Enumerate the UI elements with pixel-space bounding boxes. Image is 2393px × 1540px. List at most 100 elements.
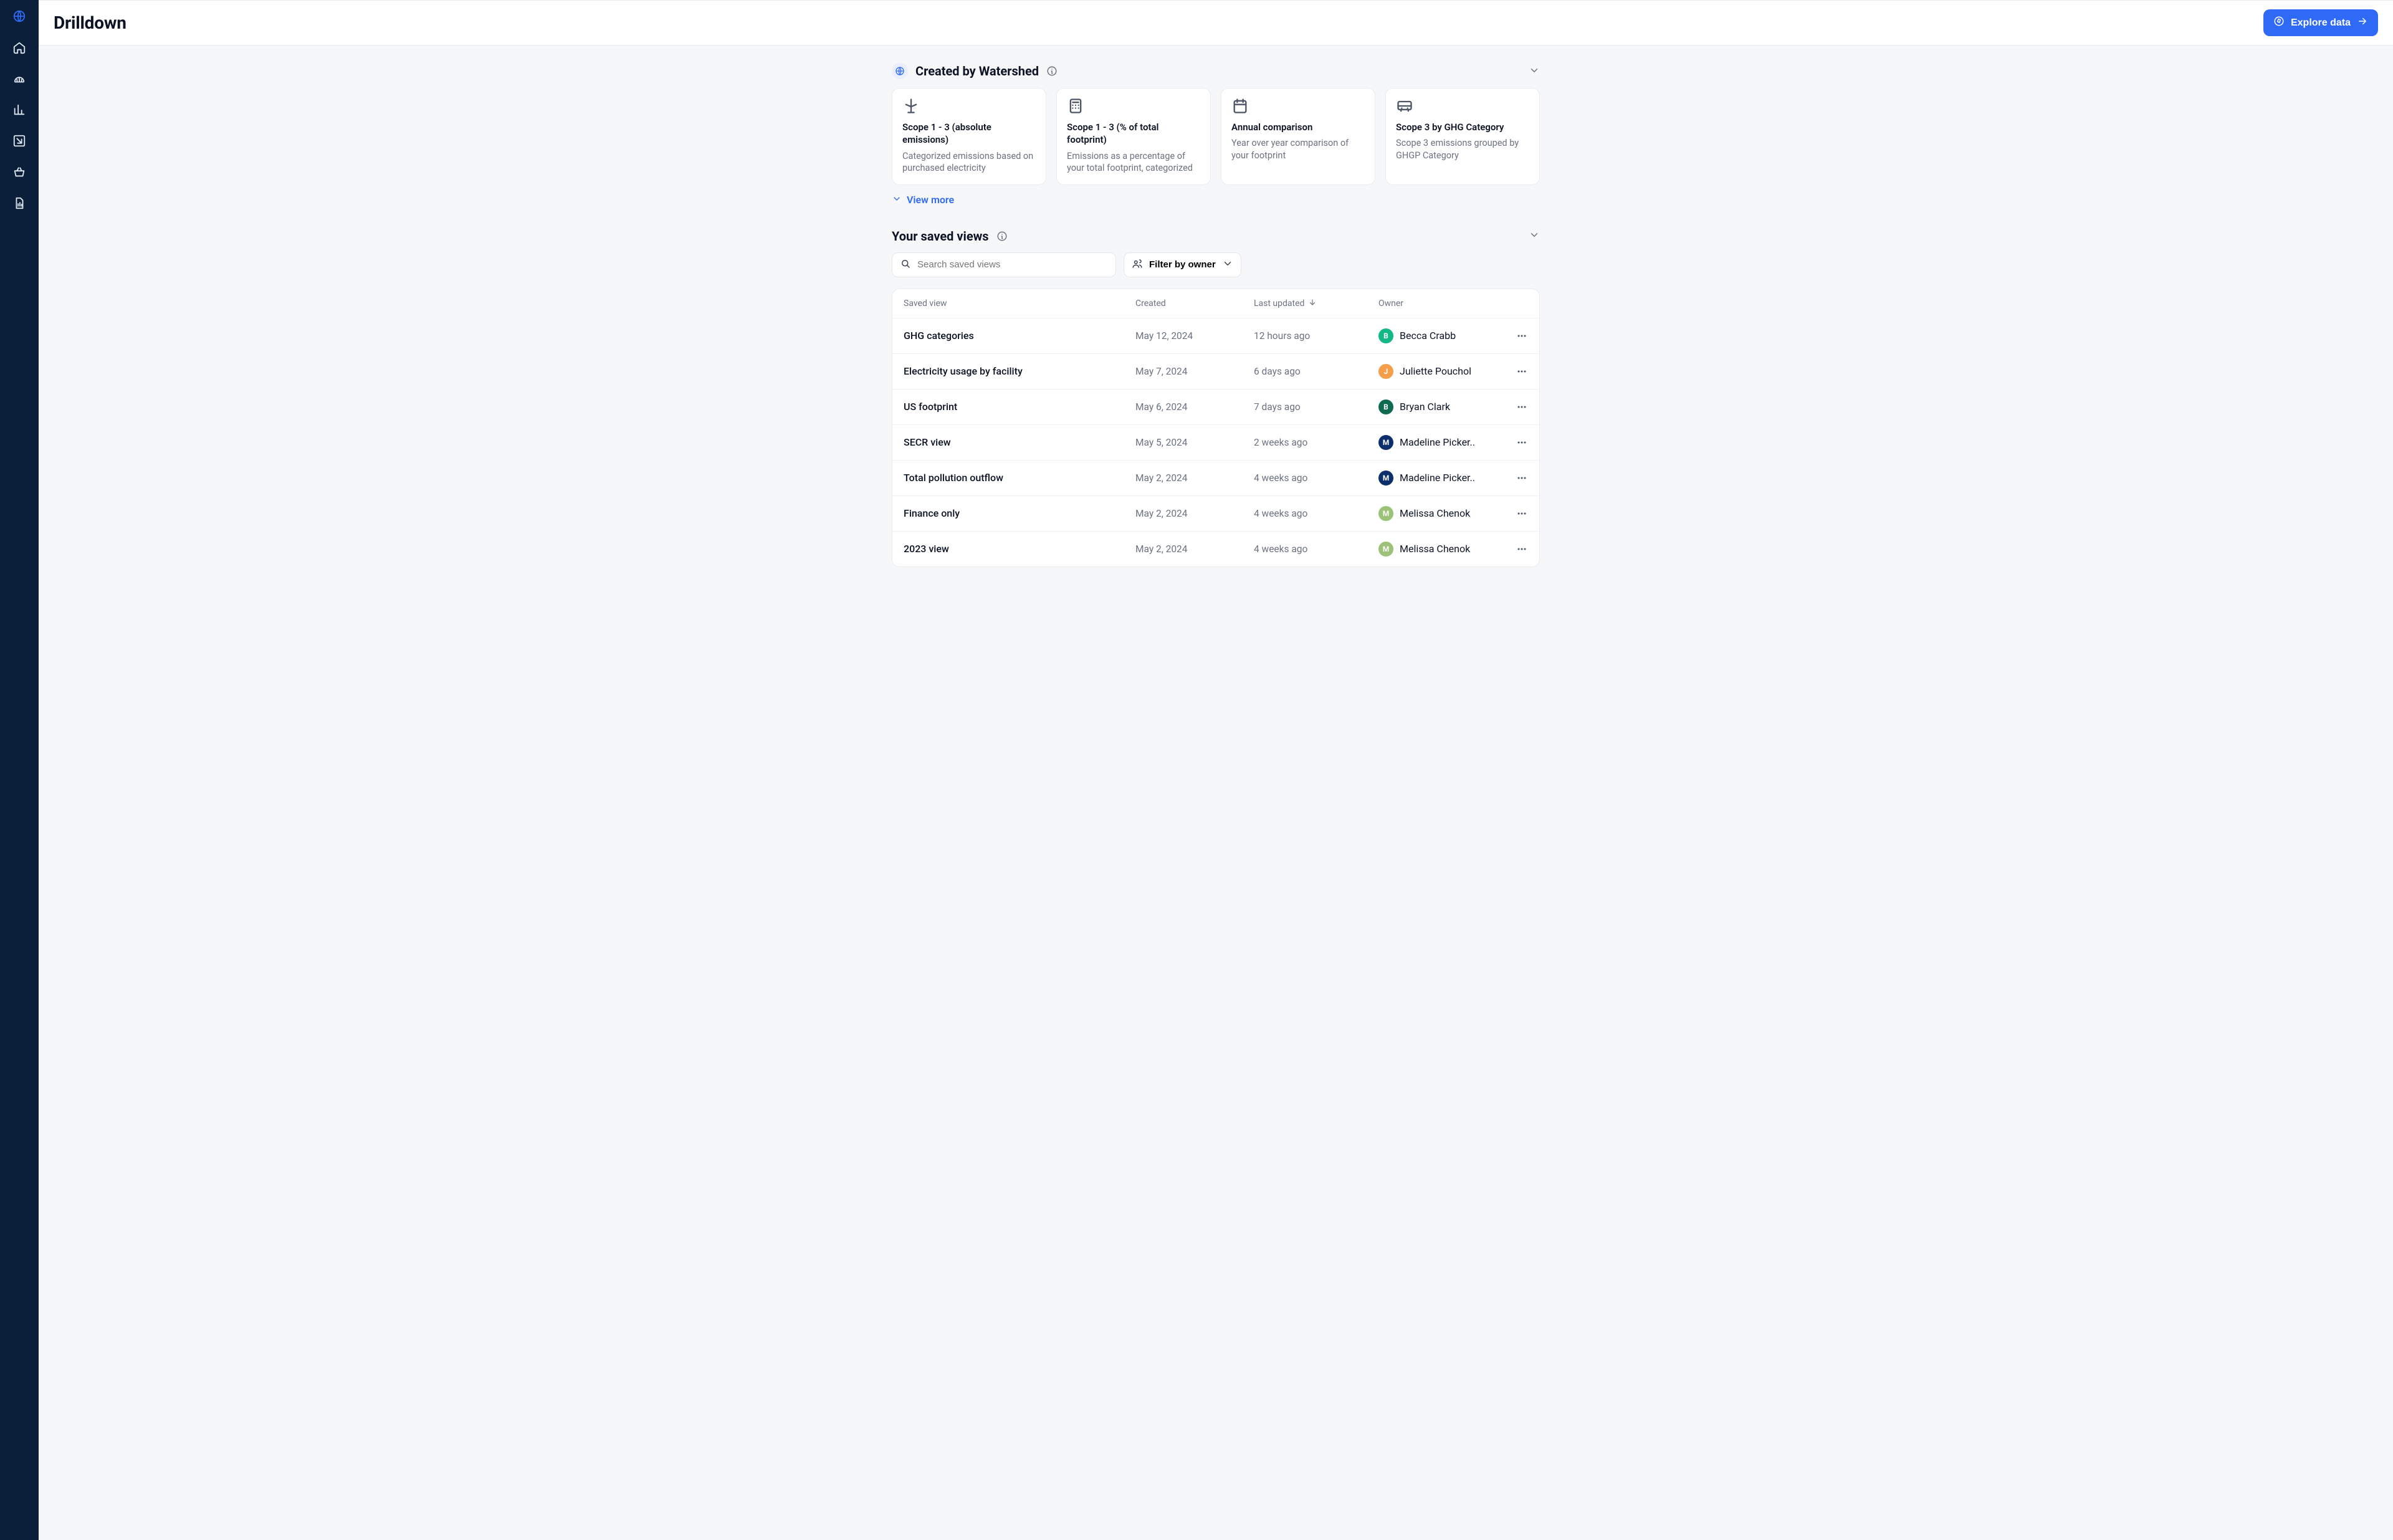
explore-data-label: Explore data — [2291, 17, 2351, 29]
card-desc: Year over year comparison of your footpr… — [1231, 137, 1365, 161]
row-menu-button[interactable] — [1503, 507, 1528, 520]
view-more-label: View more — [907, 194, 954, 206]
row-menu-button[interactable] — [1503, 543, 1528, 555]
main-area: Drilldown Explore data Created by Waters… — [39, 0, 2393, 1540]
table-row[interactable]: US footprint May 6, 2024 7 days ago B Br… — [892, 389, 1539, 424]
search-icon — [900, 258, 911, 272]
card-title: Scope 1 - 3 (absolute emissions) — [902, 121, 1036, 146]
filter-by-owner-button[interactable]: Filter by owner — [1124, 252, 1241, 277]
card-desc: Scope 3 emissions grouped by GHGP Catego… — [1396, 137, 1529, 161]
table-row[interactable]: GHG categories May 12, 2024 12 hours ago… — [892, 318, 1539, 353]
row-menu-button[interactable] — [1503, 401, 1528, 413]
row-updated: 6 days ago — [1254, 366, 1378, 377]
section-watershed-title: Created by Watershed — [915, 64, 1039, 79]
row-created: May 7, 2024 — [1135, 366, 1254, 377]
info-icon[interactable] — [1046, 65, 1058, 77]
row-updated: 12 hours ago — [1254, 330, 1378, 342]
row-created: May 12, 2024 — [1135, 330, 1254, 342]
row-created: May 2, 2024 — [1135, 543, 1254, 555]
section-saved-collapse[interactable] — [1529, 229, 1540, 242]
section-watershed-collapse[interactable] — [1529, 65, 1540, 78]
card-title: Scope 1 - 3 (% of total footprint) — [1067, 121, 1200, 146]
watershed-card[interactable]: Annual comparison Year over year compari… — [1221, 88, 1375, 185]
avatar: M — [1378, 506, 1393, 521]
sidebar-item-reductions[interactable] — [11, 132, 28, 150]
col-saved-view[interactable]: Saved view — [904, 299, 1135, 308]
calendar-icon — [1231, 97, 1365, 117]
watershed-card[interactable]: Scope 3 by GHG Category Scope 3 emission… — [1385, 88, 1540, 185]
topbar: Drilldown Explore data — [39, 0, 2393, 45]
search-saved-views[interactable] — [892, 252, 1116, 277]
card-desc: Categorized emissions based on purchased… — [902, 150, 1036, 175]
calculator-icon — [1067, 97, 1200, 117]
page-title: Drilldown — [54, 12, 127, 33]
table-row[interactable]: Electricity usage by facility May 7, 202… — [892, 353, 1539, 389]
avatar: M — [1378, 435, 1393, 450]
users-icon — [1132, 258, 1143, 272]
table-row[interactable]: SECR view May 5, 2024 2 weeks ago M Made… — [892, 424, 1539, 460]
sidebar — [0, 0, 39, 1540]
row-owner: M Melissa Chenok — [1378, 506, 1503, 521]
row-owner: M Madeline Picker.. — [1378, 471, 1503, 485]
avatar: M — [1378, 471, 1393, 485]
card-title: Scope 3 by GHG Category — [1396, 121, 1529, 133]
section-saved-header: Your saved views — [892, 229, 1540, 244]
row-created: May 6, 2024 — [1135, 401, 1254, 413]
owner-name: Madeline Picker.. — [1400, 436, 1475, 448]
owner-name: Becca Crabb — [1400, 330, 1456, 342]
table-row[interactable]: Total pollution outflow May 2, 2024 4 we… — [892, 460, 1539, 495]
filter-by-owner-label: Filter by owner — [1149, 259, 1216, 270]
row-updated: 2 weeks ago — [1254, 437, 1378, 448]
row-name: 2023 view — [904, 543, 1135, 555]
sidebar-item-marketplace[interactable] — [11, 163, 28, 181]
row-owner: M Madeline Picker.. — [1378, 435, 1503, 450]
saved-views-table: Saved view Created Last updated Owner GH… — [892, 289, 1540, 567]
col-owner[interactable]: Owner — [1378, 299, 1503, 308]
row-owner: B Bryan Clark — [1378, 399, 1503, 414]
chevron-down-icon — [892, 194, 902, 206]
watershed-card[interactable]: Scope 1 - 3 (absolute emissions) Categor… — [892, 88, 1046, 185]
view-more-link[interactable]: View more — [892, 194, 954, 206]
info-icon[interactable] — [996, 231, 1008, 242]
row-name: Finance only — [904, 507, 1135, 519]
row-owner: J Juliette Pouchol — [1378, 364, 1503, 379]
explore-data-button[interactable]: Explore data — [2263, 9, 2378, 36]
search-input[interactable] — [917, 259, 1108, 270]
row-updated: 7 days ago — [1254, 401, 1378, 413]
row-menu-button[interactable] — [1503, 365, 1528, 378]
avatar: M — [1378, 542, 1393, 557]
avatar: B — [1378, 328, 1393, 343]
section-watershed-header: Created by Watershed — [892, 63, 1540, 79]
table-header: Saved view Created Last updated Owner — [892, 289, 1539, 318]
row-menu-button[interactable] — [1503, 472, 1528, 484]
row-updated: 4 weeks ago — [1254, 472, 1378, 484]
row-menu-button[interactable] — [1503, 436, 1528, 449]
owner-name: Melissa Chenok — [1400, 543, 1470, 555]
sidebar-item-home[interactable] — [11, 39, 28, 56]
table-row[interactable]: 2023 view May 2, 2024 4 weeks ago M Meli… — [892, 531, 1539, 567]
sidebar-item-reports[interactable] — [11, 194, 28, 212]
col-created[interactable]: Created — [1135, 299, 1254, 308]
row-created: May 5, 2024 — [1135, 437, 1254, 448]
arrow-right-icon — [2357, 16, 2368, 30]
avatar: J — [1378, 364, 1393, 379]
owner-name: Melissa Chenok — [1400, 507, 1470, 519]
row-owner: B Becca Crabb — [1378, 328, 1503, 343]
row-name: US footprint — [904, 401, 1135, 413]
row-name: Total pollution outflow — [904, 472, 1135, 484]
sidebar-item-sources[interactable] — [11, 70, 28, 87]
table-row[interactable]: Finance only May 2, 2024 4 weeks ago M M… — [892, 495, 1539, 531]
watershed-card[interactable]: Scope 1 - 3 (% of total footprint) Emiss… — [1056, 88, 1211, 185]
row-name: SECR view — [904, 436, 1135, 448]
chevron-down-icon — [1222, 258, 1233, 272]
row-created: May 2, 2024 — [1135, 472, 1254, 484]
compass-icon — [2273, 16, 2285, 30]
section-saved-title: Your saved views — [892, 229, 989, 244]
brand-logo[interactable] — [11, 7, 28, 25]
bus-icon — [1396, 97, 1529, 117]
row-created: May 2, 2024 — [1135, 508, 1254, 519]
sidebar-item-analytics[interactable] — [11, 101, 28, 118]
owner-name: Madeline Picker.. — [1400, 472, 1475, 484]
col-last-updated[interactable]: Last updated — [1254, 298, 1378, 309]
row-menu-button[interactable] — [1503, 330, 1528, 342]
